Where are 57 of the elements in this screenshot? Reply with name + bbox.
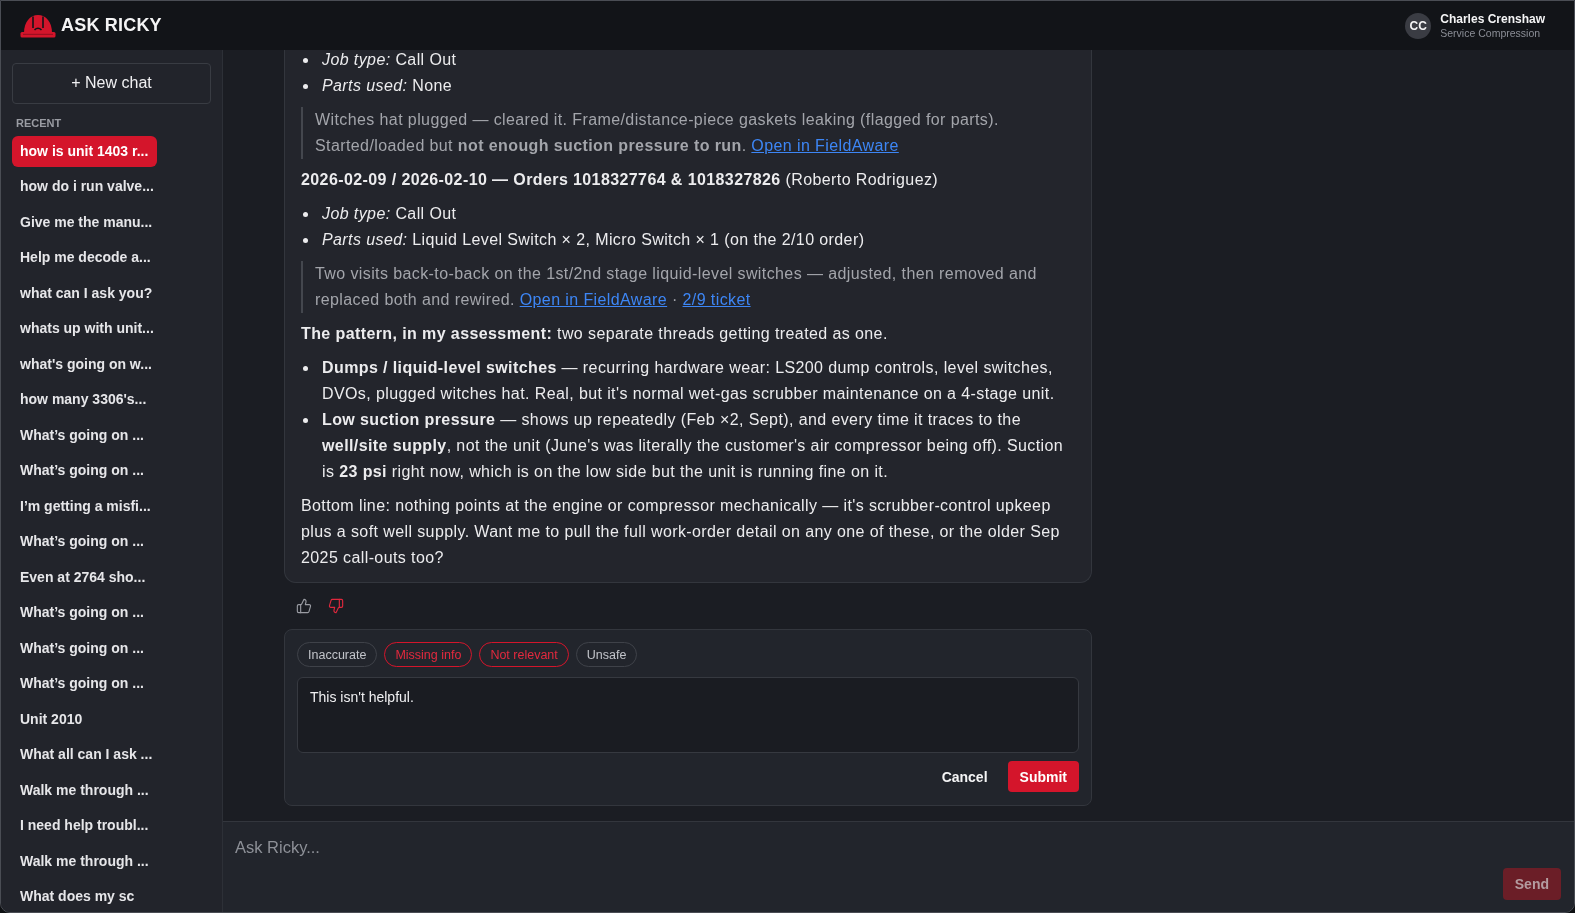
user-name: Charles Crenshaw bbox=[1440, 12, 1545, 26]
chat-history-item[interactable]: What’s going on ... bbox=[12, 668, 153, 699]
chat-history-item[interactable]: Walk me through ... bbox=[12, 845, 158, 877]
list-item-text: Parts used: Liquid Level Switch × 2, Micro Switch × 1 (on the 2/10 order) bbox=[322, 230, 866, 250]
user-organization: Service Compression bbox=[1440, 27, 1542, 39]
brand-name: ASK RICKY bbox=[61, 15, 162, 36]
thumbs-down-button[interactable] bbox=[328, 598, 344, 614]
bullet-icon bbox=[303, 58, 308, 63]
hard-hat-logo-icon bbox=[20, 12, 56, 39]
chat-history-item[interactable]: how many 3306's... bbox=[12, 384, 156, 415]
chat-history-item[interactable]: I need help troubl... bbox=[12, 810, 158, 841]
chat-history-item[interactable]: What’s going on ... bbox=[12, 632, 153, 664]
chat-history-item[interactable]: Even at 2764 sho... bbox=[12, 561, 155, 593]
new-chat-button[interactable]: + New chat bbox=[12, 63, 211, 104]
chat-history-item[interactable]: what can I ask you? bbox=[12, 277, 162, 309]
bullet-icon bbox=[303, 212, 308, 217]
text-link[interactable]: Open in FieldAware bbox=[519, 291, 668, 308]
message-text: 2026-02-09 / 2026-02-10 — Orders 1018327764 & 1018327826 (Roberto Rodriguez) bbox=[301, 170, 940, 190]
chat-history-item[interactable]: Unit 2010 bbox=[12, 703, 92, 735]
quote-text: Two visits back-to-back on the 1st/2nd stage liquid-level switches — adjusted, then removed and replaced both and rewired. Open in FieldAware · 2/9 ticket bbox=[301, 261, 1075, 313]
text-link[interactable]: 2/9 ticket bbox=[682, 291, 751, 308]
chat-history-item[interactable]: I’m getting a misfi... bbox=[12, 490, 160, 522]
quote-text: Witches hat plugged — cleared it. Frame/distance-piece gaskets leaking (flagged for parts). Started/loaded but not enough suction pressure to run. Open in FieldAware bbox=[301, 107, 1075, 159]
chat-history-item[interactable]: What’s going on ... bbox=[12, 597, 153, 628]
chat-history-item[interactable]: What’s going on ... bbox=[12, 455, 153, 486]
chat-history-item[interactable]: What does my sc bbox=[12, 881, 144, 912]
message-text: The pattern, in my assessment: two separate threads getting treated as one. bbox=[301, 324, 889, 344]
list-item-text: Parts used: None bbox=[322, 76, 454, 96]
chat-history-item[interactable]: what's going on w... bbox=[12, 348, 161, 380]
chat-history-item[interactable]: What’s going on ... bbox=[12, 526, 153, 557]
list-item-text: Low suction pressure — shows up repeatedly (Feb ×2, Sept), and every time it traces to the well/site supply, not the unit (June's was literally the customer's air compressor being off). Suction is 23 psi right now, which is on the low side but the unit is running fine on it. bbox=[322, 410, 1065, 482]
bullet-icon bbox=[303, 238, 308, 243]
text-link[interactable]: Open in FieldAware bbox=[751, 137, 899, 154]
message-text: Bottom line: nothing points at the engine or compressor mechanically — it's scrubber-control upkeep plus a soft well supply. Want me to pull the full work-order detail on any one of these, or the older Sep 2025 call-outs too? bbox=[301, 496, 1061, 568]
chat-history-item[interactable]: What all can I ask ... bbox=[12, 739, 162, 770]
chat-history-item[interactable]: whats up with unit... bbox=[12, 313, 163, 344]
list-item-text: Job type: Call Out bbox=[322, 204, 458, 224]
thumbs-down-icon bbox=[328, 598, 344, 614]
comment-field[interactable]: This isn't helpful. bbox=[297, 677, 1079, 753]
chat-history-item[interactable]: Give me the manu... bbox=[12, 206, 162, 238]
bullet-icon bbox=[303, 84, 308, 89]
chat-history-item[interactable]: Help me decode a... bbox=[12, 242, 160, 273]
user-avatar: CC bbox=[1405, 12, 1432, 39]
bullet-icon bbox=[303, 418, 308, 423]
chat-history-item[interactable]: Walk me through ... bbox=[12, 774, 158, 806]
submit-button[interactable]: Submit bbox=[1007, 761, 1079, 792]
cancel-button[interactable]: Cancel bbox=[929, 761, 1000, 792]
chat-history-item[interactable]: how is unit 1403 r... bbox=[12, 135, 158, 167]
chat-history-item[interactable]: how do i run valve... bbox=[12, 171, 163, 202]
chat-history-item[interactable]: What’s going on ... bbox=[12, 419, 153, 451]
section-label: RECENT bbox=[15, 116, 63, 130]
list-item-text: Dumps / liquid-level switches — recurring hardware wear: LS200 dump controls, level switches, DVOs, plugged witches hat. Real, but it's normal wet-gas scrubber maintenance on a 4-stage unit. bbox=[322, 358, 1056, 404]
list-item-text: Job type: Call Out bbox=[322, 50, 458, 70]
bullet-icon bbox=[303, 366, 308, 371]
message-input[interactable]: Ask Ricky... bbox=[235, 838, 1561, 857]
thumbs-up-icon bbox=[296, 598, 312, 614]
thumbs-up-button[interactable] bbox=[296, 598, 312, 614]
